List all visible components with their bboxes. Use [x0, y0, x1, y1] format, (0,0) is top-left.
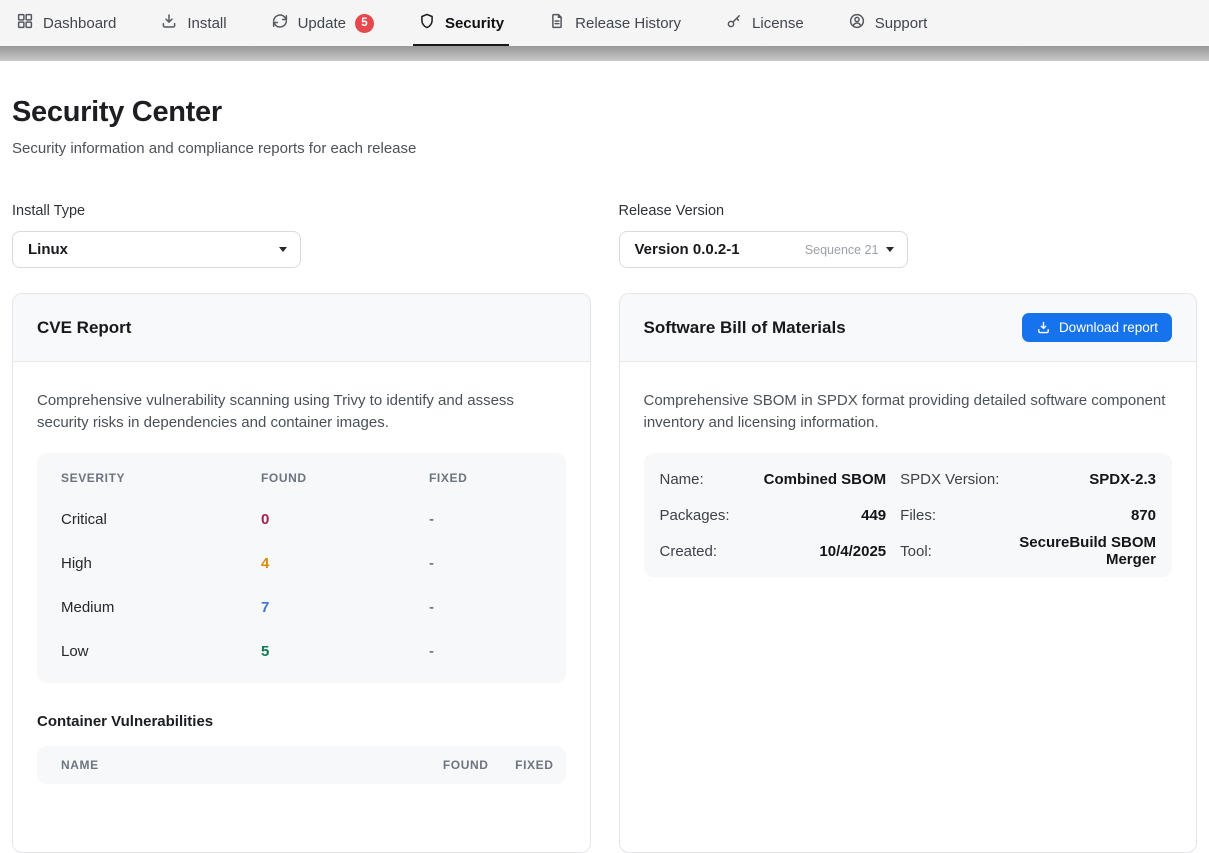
install-type-select[interactable]: Linux [12, 231, 301, 268]
severity-label: High [61, 555, 261, 572]
info-value: SPDX-2.3 [1013, 461, 1156, 497]
severity-table: SEVERITY FOUND FIXED Critical 0 - High 4… [37, 453, 566, 683]
security-center-page: Security Center Security information and… [0, 96, 1209, 853]
info-value: 449 [744, 497, 887, 533]
info-label: Packages: [660, 497, 730, 533]
severity-table-header: SEVERITY FOUND FIXED [61, 459, 542, 497]
refresh-icon [271, 12, 289, 34]
fixed-count: - [429, 555, 542, 572]
nav-tab-license[interactable]: License [725, 0, 804, 46]
page-title: Security Center [12, 96, 1197, 129]
download-report-button[interactable]: Download report [1022, 313, 1172, 342]
container-vulns-table-header: NAME FOUND FIXED [37, 746, 566, 784]
nav-tab-label: Security [445, 15, 504, 32]
document-icon [548, 12, 566, 34]
severity-row-low: Low 5 - [61, 629, 542, 673]
download-icon [1036, 320, 1051, 335]
nav-tab-support[interactable]: Support [848, 0, 928, 46]
sbom-card: Software Bill of Materials Download repo… [619, 293, 1198, 853]
nav-tab-release-history[interactable]: Release History [548, 0, 681, 46]
install-type-value: Linux [28, 241, 68, 258]
release-version-filter: Release Version Version 0.0.2-1 Sequence… [619, 203, 1198, 268]
chevron-down-icon [279, 247, 287, 252]
info-value: Combined SBOM [744, 461, 887, 497]
download-icon [160, 12, 178, 34]
sequence-meta: Sequence 21 [805, 243, 879, 257]
info-label: SPDX Version: [900, 461, 999, 497]
found-count: 7 [261, 599, 429, 616]
severity-row-critical: Critical 0 - [61, 497, 542, 541]
sbom-description: Comprehensive SBOM in SPDX format provid… [644, 390, 1173, 433]
col-fixed: FIXED [429, 471, 542, 485]
info-label: Created: [660, 533, 730, 569]
install-type-filter: Install Type Linux [12, 203, 591, 268]
sbom-title: Software Bill of Materials [644, 318, 846, 338]
key-icon [725, 12, 743, 34]
nav-tab-label: Install [187, 15, 226, 32]
cve-report-title: CVE Report [37, 318, 131, 338]
nav-tab-label: Support [875, 15, 928, 32]
shield-icon [418, 12, 436, 34]
sbom-info-grid: Name: Combined SBOM SPDX Version: SPDX-2… [644, 453, 1173, 577]
update-count-badge: 5 [355, 14, 374, 33]
cve-report-card: CVE Report Comprehensive vulnerability s… [12, 293, 591, 853]
nav-tab-label: Update [298, 15, 346, 32]
found-count: 4 [261, 555, 429, 572]
container-vulns-title: Container Vulnerabilities [37, 713, 566, 730]
divider-bar [0, 46, 1209, 61]
nav-tab-label: Release History [575, 15, 681, 32]
severity-row-high: High 4 - [61, 541, 542, 585]
nav-tab-label: Dashboard [43, 15, 116, 32]
info-label: Tool: [900, 533, 999, 569]
info-value: 870 [1013, 497, 1156, 533]
filters-row: Install Type Linux Release Version Versi… [12, 203, 1197, 268]
fixed-count: - [429, 511, 542, 528]
found-count: 0 [261, 511, 429, 528]
col-name: NAME [61, 758, 409, 772]
info-value: SecureBuild SBOM Merger [1013, 533, 1156, 569]
col-found: FOUND [261, 471, 429, 485]
col-fixed: FIXED [509, 758, 554, 772]
chevron-down-icon [886, 247, 894, 252]
nav-tab-dashboard[interactable]: Dashboard [16, 0, 116, 46]
install-type-label: Install Type [12, 203, 591, 219]
release-version-label: Release Version [619, 203, 1198, 219]
nav-tab-label: License [752, 15, 804, 32]
cve-report-description: Comprehensive vulnerability scanning usi… [37, 390, 566, 433]
severity-label: Low [61, 643, 261, 660]
download-report-label: Download report [1059, 320, 1158, 335]
info-label: Files: [900, 497, 999, 533]
col-severity: SEVERITY [61, 471, 261, 485]
page-subtitle: Security information and compliance repo… [12, 140, 1197, 157]
dashboard-icon [16, 12, 34, 34]
nav-tab-security[interactable]: Security [418, 0, 504, 46]
severity-label: Medium [61, 599, 261, 616]
info-value: 10/4/2025 [744, 533, 887, 569]
fixed-count: - [429, 599, 542, 616]
release-version-value: Version 0.0.2-1 [635, 241, 740, 258]
severity-label: Critical [61, 511, 261, 528]
nav-tab-install[interactable]: Install [160, 0, 226, 46]
support-icon [848, 12, 866, 34]
release-version-select[interactable]: Version 0.0.2-1 Sequence 21 [619, 231, 908, 268]
info-label: Name: [660, 461, 730, 497]
top-nav: Dashboard Install Update 5 Security Rele… [0, 0, 1209, 46]
found-count: 5 [261, 643, 429, 660]
nav-tab-update[interactable]: Update 5 [271, 0, 374, 46]
col-found: FOUND [429, 758, 489, 772]
fixed-count: - [429, 643, 542, 660]
severity-row-medium: Medium 7 - [61, 585, 542, 629]
